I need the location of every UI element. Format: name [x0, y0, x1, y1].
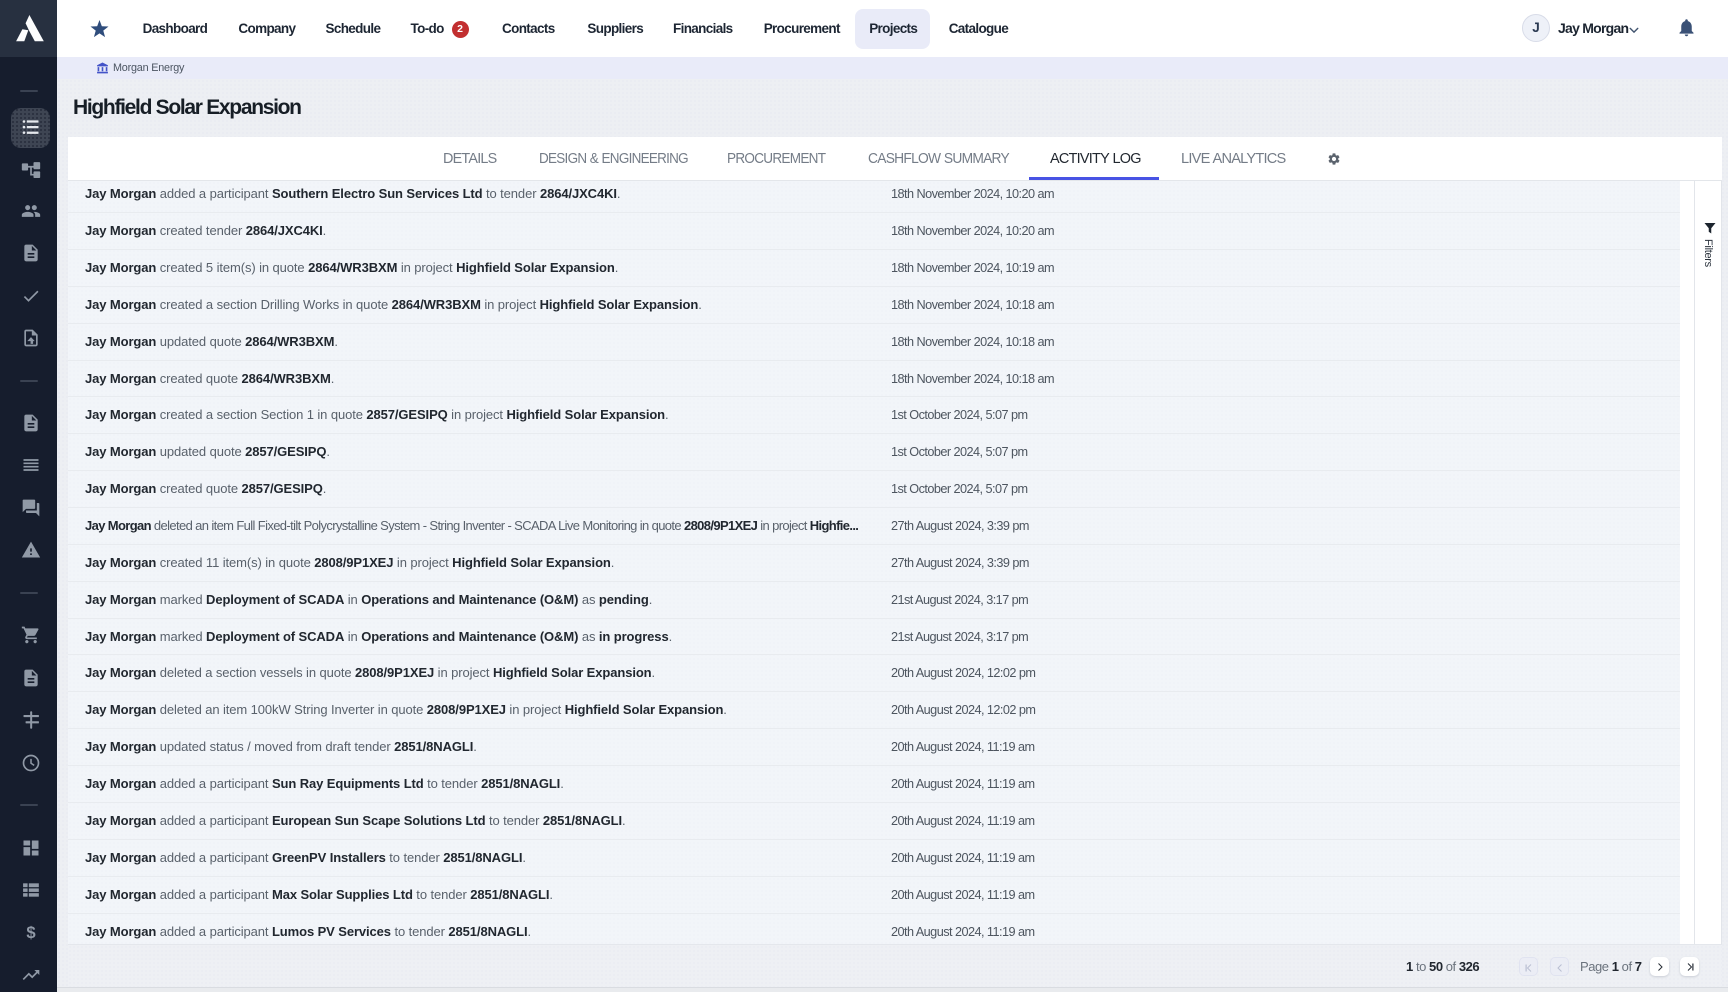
svg-text:$: $: [26, 923, 36, 942]
